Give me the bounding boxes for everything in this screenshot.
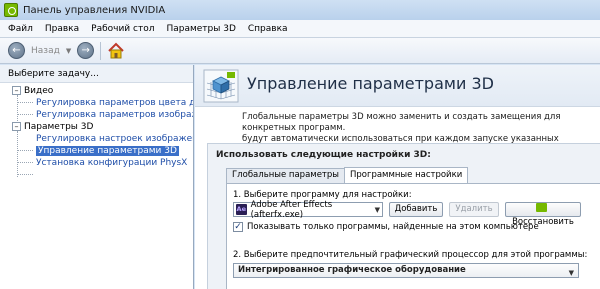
toolbar-separator <box>100 41 102 60</box>
show-found-programs-label: Показывать только программы, найденные н… <box>247 222 539 232</box>
tree-item-physx-config[interactable]: Установка конфигурации PhysX <box>0 157 193 169</box>
back-arrow-icon[interactable]: ← <box>8 42 25 59</box>
program-settings-panel: 1. Выберите программу для настройки: Ae … <box>226 183 600 289</box>
after-effects-icon: Ae <box>236 204 247 215</box>
tree-item-manage-3d-settings[interactable]: Управление параметрами 3D <box>0 145 193 157</box>
program-select[interactable]: Ae Adobe After Effects (afterfx.exe) ▼ <box>233 199 383 220</box>
add-button[interactable]: Добавить <box>389 202 443 217</box>
gpu-select[interactable]: Интегрированное графическое оборудование… <box>233 263 579 278</box>
collapse-icon[interactable]: – <box>12 86 21 95</box>
restore-button[interactable]: Восстановить <box>505 202 581 227</box>
menu-file[interactable]: Файл <box>2 24 39 34</box>
home-icon[interactable] <box>107 42 125 60</box>
collapse-icon[interactable]: – <box>12 122 21 131</box>
description-line: Глобальные параметры 3D можно заменить и… <box>242 112 561 133</box>
title-bar: Панель управления NVIDIA <box>0 0 600 20</box>
tab-global-settings[interactable]: Глобальные параметры <box>226 168 345 183</box>
show-found-programs-option[interactable]: ✓ Показывать только программы, найденные… <box>233 222 539 232</box>
window-title: Панель управления NVIDIA <box>23 4 166 16</box>
tree-category-3d[interactable]: – Параметры 3D <box>0 121 193 133</box>
remove-button[interactable]: Удалить <box>449 202 499 217</box>
gpu-select-value: Интегрированное графическое оборудование <box>238 265 466 275</box>
menu-desktop[interactable]: Рабочий стол <box>85 24 160 34</box>
tree-connector <box>17 174 33 175</box>
settings-tabs: Глобальные параметры Программные настрой… <box>226 167 469 183</box>
nvidia-logo-icon <box>4 3 18 17</box>
3d-cube-icon <box>203 69 239 103</box>
tree-category-label: Параметры 3D <box>24 122 94 132</box>
step2-label: 2. Выберите предпочтительный графический… <box>233 250 588 260</box>
menu-3d-settings[interactable]: Параметры 3D <box>160 24 241 34</box>
step1-label: 1. Выберите программу для настройки: <box>233 190 412 200</box>
program-select-value: Adobe After Effects (afterfx.exe) <box>250 199 333 220</box>
task-panel: Выберите задачу... – Видео Регулировка па… <box>0 65 194 289</box>
nvidia-restore-icon <box>536 203 547 212</box>
tree-category-video[interactable]: – Видео <box>0 85 193 97</box>
page-title: Управление параметрами 3D <box>247 74 494 93</box>
settings-group: Использовать следующие настройки 3D: Гло… <box>207 143 600 289</box>
menu-help[interactable]: Справка <box>242 24 294 34</box>
tree-item-video-image[interactable]: Регулировка параметров изображения д <box>0 109 193 121</box>
task-tree: –Видео Регулировка параметров цвета для … <box>0 83 193 177</box>
history-dropdown-icon[interactable]: ▼ <box>66 47 71 55</box>
tree-item-video-color[interactable]: Регулировка параметров цвета для вид <box>0 97 193 109</box>
settings-group-label: Использовать следующие настройки 3D: <box>216 150 431 160</box>
tree-category-label: Видео <box>24 86 54 96</box>
chevron-down-icon: ▼ <box>374 206 380 214</box>
page-banner: Управление параметрами 3D <box>195 65 600 107</box>
forward-arrow-icon[interactable]: → <box>77 42 95 59</box>
menu-edit[interactable]: Правка <box>39 24 85 34</box>
menu-bar: Файл Правка Рабочий стол Параметры 3D Сп… <box>0 20 600 38</box>
tree-item-image-settings-preview[interactable]: Регулировка настроек изображения с пр <box>0 133 193 145</box>
back-button-label[interactable]: Назад <box>31 46 60 56</box>
chevron-down-icon: ▼ <box>568 269 574 277</box>
toolbar: ← Назад ▼ → <box>0 38 600 64</box>
tab-program-settings[interactable]: Программные настройки <box>343 167 469 183</box>
show-found-programs-checkbox[interactable]: ✓ <box>233 222 243 232</box>
content-panel: Управление параметрами 3D Глобальные пар… <box>195 65 600 289</box>
task-panel-header: Выберите задачу... <box>0 65 193 83</box>
